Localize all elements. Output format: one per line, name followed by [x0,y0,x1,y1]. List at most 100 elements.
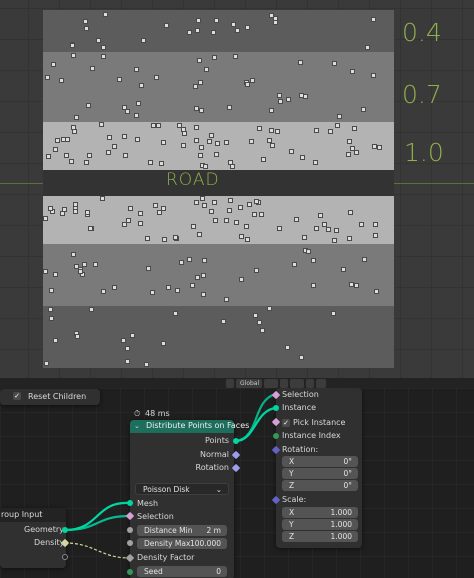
3d-viewport[interactable]: ROAD 0.4 0.7 1.0 [0,0,474,378]
pick-instance-label: Pick Instance [293,418,346,427]
distribution-method-value: Poisson Disk [143,485,190,494]
distribution-method-dropdown[interactable]: Poisson Disk ⌄ [135,483,229,495]
instance-point [173,311,178,316]
mesh-input-socket[interactable] [127,500,133,506]
rotation-input-label: Rotation: [282,445,319,454]
node-editor[interactable]: ✓ Reset Children roup Input Geometry Den… [0,388,474,578]
instance-point [334,228,339,233]
instance-point [377,145,382,150]
instance-point [230,164,235,169]
instance-point [197,58,202,63]
density-max-field[interactable]: Density Max 100.000 [137,538,227,549]
pivot-dropdown[interactable] [264,379,278,388]
instance-point [59,78,64,83]
stopwatch-icon: ⏱ [134,409,141,418]
instance-point [153,203,158,208]
points-output-socket[interactable] [233,438,239,444]
instance-point [122,134,127,139]
instance-point [203,164,208,169]
instance-point [348,210,353,215]
geometry-output-socket[interactable] [62,527,68,533]
instance-on-points-node[interactable]: Selection Instance ✓ Pick Instance Insta… [276,388,362,548]
instance-point [359,222,364,227]
rotation-x-field[interactable]: X 0° [282,456,358,467]
density-max-socket[interactable] [127,540,133,546]
empty-output-socket[interactable] [62,554,68,560]
instance-point [187,257,192,262]
instance-point [311,283,316,288]
instance-point [224,297,229,302]
scale-y-field[interactable]: Y 1.000 [282,519,358,530]
instance-point [322,222,327,227]
instance-point [53,147,58,152]
scale-y-axis: Y [289,520,294,529]
instance-point [71,53,76,58]
instance-point [161,341,166,346]
instance-point [239,234,244,239]
instance-point [73,209,78,214]
instance-point [121,338,126,343]
scale-z-field[interactable]: Z 1.000 [282,531,358,542]
instance-point [257,126,262,131]
instance-point [202,203,207,208]
rotation-z-field[interactable]: Z 0° [282,480,358,491]
seed-label: Seed [144,567,163,576]
instance-point [209,209,214,214]
instance-point [173,235,178,240]
instance-point [372,144,377,149]
falloff-icon[interactable] [316,379,326,388]
instance-point [74,115,79,120]
instance-point [215,141,220,146]
strip-bottom-dark [43,306,394,368]
collapse-chevron-icon[interactable]: ⌄ [134,420,140,432]
transform-pivot-icon[interactable] [226,379,234,388]
group-input-title: roup Input [1,510,43,519]
proportional-edit-icon[interactable] [306,379,314,388]
instance-point [53,272,58,277]
instance-point [354,283,359,288]
pick-instance-check-icon[interactable]: ✓ [282,419,290,427]
instance-point [286,97,291,102]
instance-point [261,157,266,162]
seed-socket[interactable] [127,569,133,575]
instance-point [175,288,180,293]
instance-point [228,198,233,203]
checkbox-check-icon[interactable]: ✓ [13,392,21,400]
instance-point [75,334,80,339]
group-input-node[interactable]: roup Input Geometry Density [0,508,66,568]
instance-point [96,38,101,43]
strip-top-dark [43,10,394,52]
instance-point [269,128,274,133]
orientation-dropdown[interactable]: Global [236,379,262,388]
instance-point [285,345,290,350]
distance-min-field[interactable]: Distance Min 2 m [137,525,227,536]
instance-point [347,139,352,144]
instance-point [86,103,91,108]
scale-z-value: 1.000 [330,532,352,541]
distance-min-socket[interactable] [127,527,133,533]
instance-point [154,75,159,80]
instance-point [352,126,357,131]
scale-x-field[interactable]: X 1.000 [282,507,358,518]
distribute-points-node[interactable]: ⌄ Distribute Points on Faces Points Norm… [130,420,249,578]
instance-point [234,220,239,225]
instance-point [73,202,78,207]
selection-input-label-2: Selection [282,390,319,399]
density-factor-label: Density Factor [137,553,195,562]
instance-point [328,129,333,134]
instance-index-socket[interactable] [273,433,279,439]
instance-point [331,311,336,316]
instance-point [87,153,92,158]
reset-children-node[interactable]: ✓ Reset Children [0,389,100,405]
snap-icon[interactable] [280,379,288,388]
snap-dropdown[interactable] [290,379,304,388]
rotation-y-field[interactable]: Y 0° [282,468,358,479]
instance-point [44,361,49,366]
seed-field[interactable]: Seed 0 [137,566,227,577]
instance-point [117,77,122,82]
instance-point [227,208,232,213]
instance-point [128,206,133,211]
instance-input-socket[interactable] [273,405,279,411]
instance-point [100,196,105,201]
instance-point [332,238,337,243]
